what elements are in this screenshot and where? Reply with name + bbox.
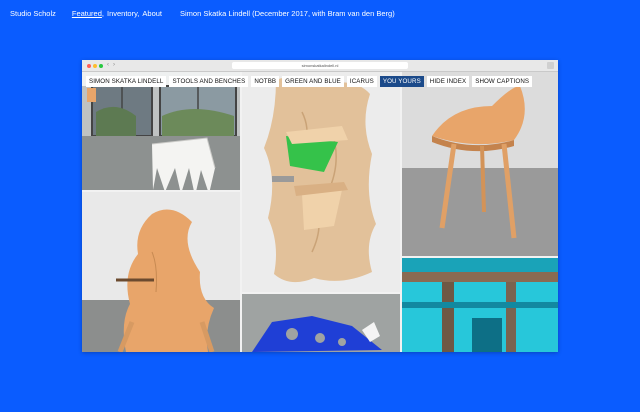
nav-featured[interactable]: Featured [72,9,102,18]
minimize-window-icon[interactable] [93,63,97,68]
project-index-tabs: SIMON SKATKA LINDELL STOOLS AND BENCHES … [86,76,533,87]
extension-icon[interactable] [547,62,554,69]
hide-index-button[interactable]: HIDE INDEX [426,76,470,87]
browser-window: ‹ › simonskatkalindell.nl SIMON SKATKA L… [82,60,558,352]
project-title: Simon Skatka Lindell (December 2017, wit… [180,9,395,18]
tab-stools-and-benches[interactable]: STOOLS AND BENCHES [169,76,249,87]
address-bar[interactable]: simonskatkalindell.nl [232,62,408,69]
tab-icarus[interactable]: ICARUS [346,76,377,87]
tab-simon-skatka-lindell[interactable]: SIMON SKATKA LINDELL [86,76,167,87]
photo-turquoise-structure[interactable] [402,258,558,352]
main-nav: Featured, Inventory, About [72,9,162,18]
tab-you-yours[interactable]: YOU YOURS [379,76,424,87]
photo-wooden-chair[interactable] [82,192,240,352]
maximize-window-icon[interactable] [99,63,103,68]
show-captions-button[interactable]: SHOW CAPTIONS [472,76,533,87]
nav-inventory[interactable]: Inventory [107,9,137,18]
brand-link[interactable]: Studio Scholz [10,9,56,18]
nav-separator: , [137,9,140,18]
forward-icon[interactable]: › [113,61,115,70]
photo-white-bench[interactable] [82,72,240,190]
nav-separator: , [101,9,104,18]
photo-wooden-stool[interactable] [402,72,558,256]
tab-green-and-blue[interactable]: GREEN AND BLUE [282,76,344,87]
tab-notbb[interactable]: NOTBB [251,76,280,87]
site-header: Studio Scholz Featured, Inventory, About S… [10,9,395,18]
close-window-icon[interactable] [87,63,91,68]
back-icon[interactable]: ‹ [107,61,109,70]
browser-toolbar: ‹ › simonskatkalindell.nl [82,60,558,72]
photo-blue-panel[interactable] [242,294,400,352]
photo-plywood-board[interactable] [242,72,400,292]
nav-about[interactable]: About [142,9,162,18]
page-viewport [82,72,558,352]
